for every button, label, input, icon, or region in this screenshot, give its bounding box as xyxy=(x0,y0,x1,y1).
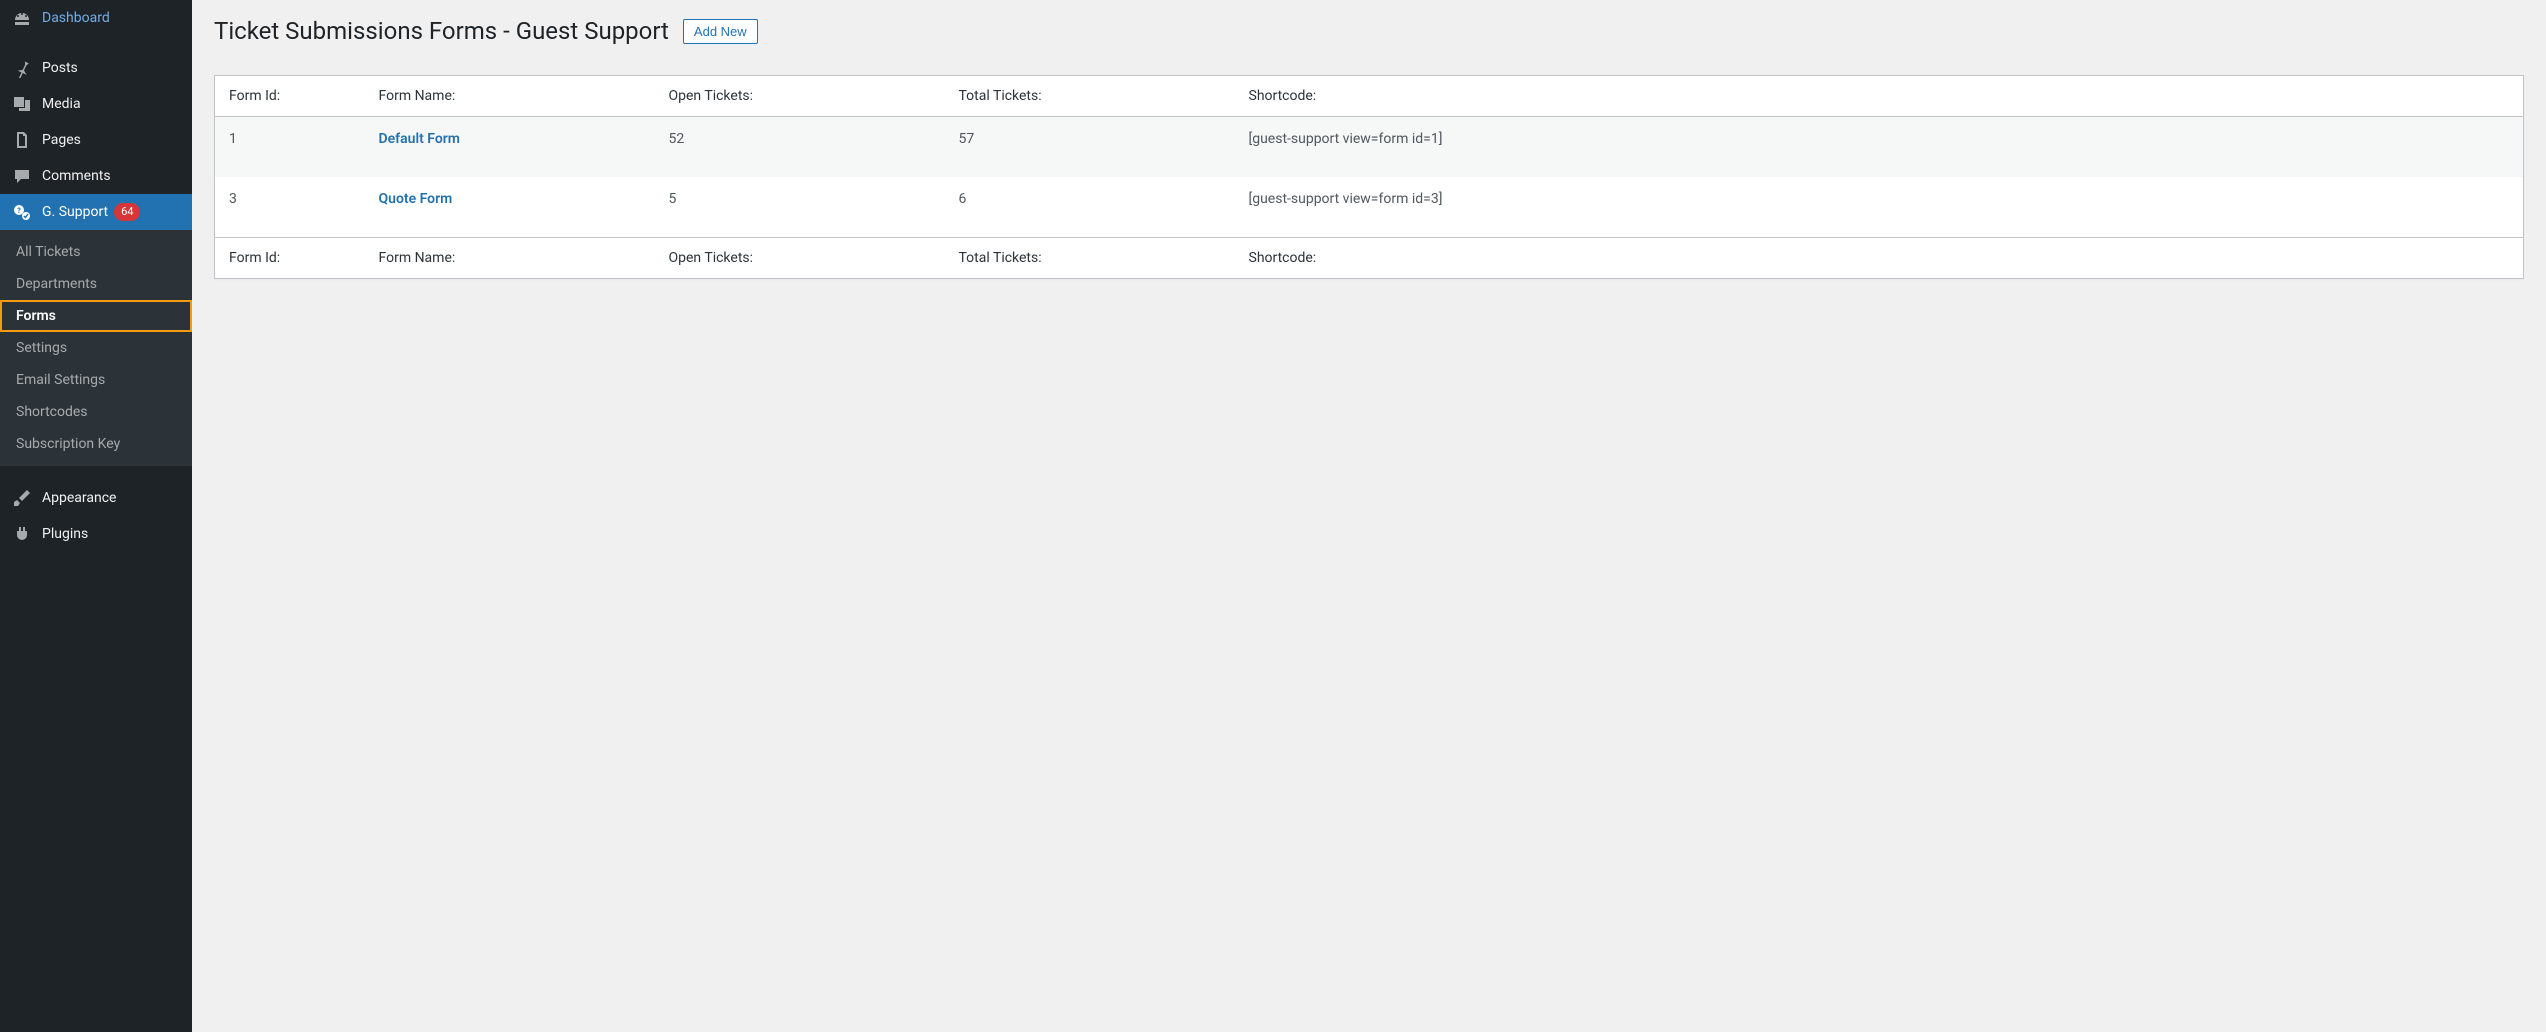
menu-label: Plugins xyxy=(42,526,88,542)
cell-shortcode: [guest-support view=form id=1] xyxy=(1235,117,2524,178)
menu-item-media[interactable]: Media xyxy=(0,86,192,122)
menu-item-posts[interactable]: Posts xyxy=(0,50,192,86)
menu-item-pages[interactable]: Pages xyxy=(0,122,192,158)
menu-item-comments[interactable]: Comments xyxy=(0,158,192,194)
menu-item-plugins[interactable]: Plugins xyxy=(0,516,192,552)
tf-total[interactable]: Total Tickets: xyxy=(945,238,1235,279)
menu-label: Pages xyxy=(42,132,81,148)
tf-form-name[interactable]: Form Name: xyxy=(365,238,655,279)
menu-label: Media xyxy=(42,96,81,112)
form-name-link[interactable]: Default Form xyxy=(379,131,460,147)
svg-text:?: ? xyxy=(17,207,21,215)
menu-item-gsupport[interactable]: ? G. Support 64 xyxy=(0,194,192,230)
tf-form-id[interactable]: Form Id: xyxy=(215,238,365,279)
submenu-item-email-settings[interactable]: Email Settings xyxy=(0,364,192,396)
th-shortcode[interactable]: Shortcode: xyxy=(1235,76,2524,117)
submenu-gsupport: All Tickets Departments Forms Settings E… xyxy=(0,230,192,466)
menu-item-dashboard[interactable]: Dashboard xyxy=(0,0,192,36)
brush-icon xyxy=(12,488,32,508)
comment-icon xyxy=(12,166,32,186)
cell-total: 57 xyxy=(945,117,1235,178)
notification-badge: 64 xyxy=(114,203,140,220)
th-form-name[interactable]: Form Name: xyxy=(365,76,655,117)
cell-open: 5 xyxy=(655,177,945,238)
pin-icon xyxy=(12,58,32,78)
form-name-link[interactable]: Quote Form xyxy=(379,191,453,207)
menu-label: Appearance xyxy=(42,490,116,506)
menu-label: G. Support xyxy=(42,204,108,220)
submenu-item-shortcodes[interactable]: Shortcodes xyxy=(0,396,192,428)
page-header: Ticket Submissions Forms - Guest Support… xyxy=(214,16,2524,47)
menu-label: Posts xyxy=(42,60,78,76)
th-open[interactable]: Open Tickets: xyxy=(655,76,945,117)
menu-item-appearance[interactable]: Appearance xyxy=(0,480,192,516)
cell-shortcode: [guest-support view=form id=3] xyxy=(1235,177,2524,238)
cell-open: 52 xyxy=(655,117,945,178)
media-icon xyxy=(12,94,32,114)
submenu-item-departments[interactable]: Departments xyxy=(0,268,192,300)
support-icon: ? xyxy=(12,202,32,222)
cell-total: 6 xyxy=(945,177,1235,238)
tf-shortcode[interactable]: Shortcode: xyxy=(1235,238,2524,279)
plug-icon xyxy=(12,524,32,544)
pages-icon xyxy=(12,130,32,150)
submenu-item-forms[interactable]: Forms xyxy=(0,300,192,332)
cell-form-id: 3 xyxy=(215,177,365,238)
add-new-button[interactable]: Add New xyxy=(683,19,758,44)
submenu-item-all-tickets[interactable]: All Tickets xyxy=(0,236,192,268)
main-content: Ticket Submissions Forms - Guest Support… xyxy=(192,0,2546,1032)
cell-form-id: 1 xyxy=(215,117,365,178)
th-total[interactable]: Total Tickets: xyxy=(945,76,1235,117)
table-row: 1 Default Form 52 57 [guest-support view… xyxy=(215,117,2524,178)
menu-label: Dashboard xyxy=(42,10,110,26)
th-form-id[interactable]: Form Id: xyxy=(215,76,365,117)
menu-label: Comments xyxy=(42,168,111,184)
dashboard-icon xyxy=(12,8,32,28)
submenu-item-subscription-key[interactable]: Subscription Key xyxy=(0,428,192,460)
table-row: 3 Quote Form 5 6 [guest-support view=for… xyxy=(215,177,2524,238)
submenu-item-settings[interactable]: Settings xyxy=(0,332,192,364)
tf-open[interactable]: Open Tickets: xyxy=(655,238,945,279)
admin-sidebar: Dashboard Posts Media Pages Comments ? G… xyxy=(0,0,192,1032)
forms-table: Form Id: Form Name: Open Tickets: Total … xyxy=(214,75,2524,279)
page-title: Ticket Submissions Forms - Guest Support xyxy=(214,16,669,47)
